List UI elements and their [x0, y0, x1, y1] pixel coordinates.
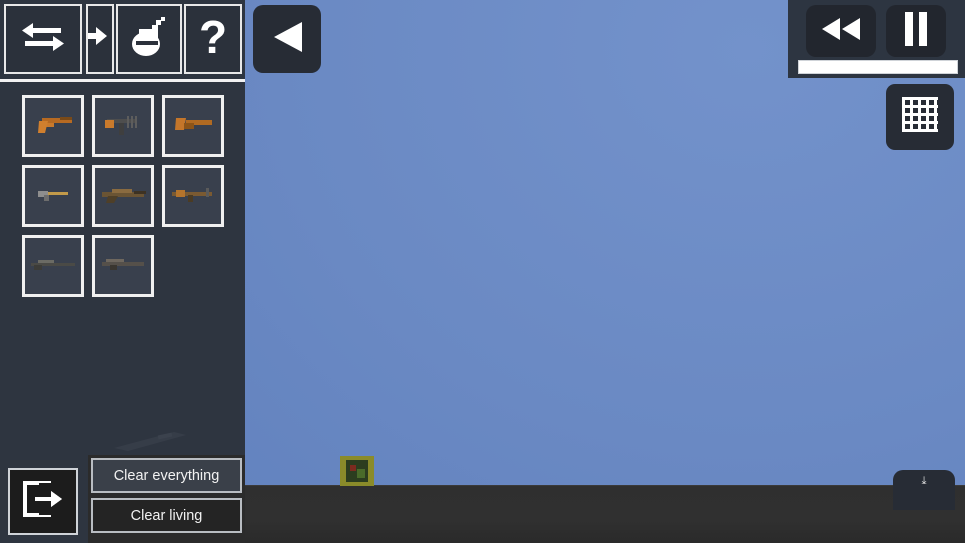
clear-living-button[interactable]: Clear living: [91, 498, 242, 533]
next-tool-button[interactable]: [86, 4, 114, 74]
weapon-sprite-machine-pistol: [99, 111, 147, 142]
svg-text:?: ?: [199, 14, 227, 60]
pause-icon: [902, 11, 930, 52]
question-mark-icon: ?: [195, 11, 231, 65]
weapon-sprite-ghost: [112, 430, 190, 457]
clear-actions-panel: Clear everything Clear living: [88, 455, 245, 543]
crate-marker-green: [357, 469, 365, 478]
crate-marker-red: [350, 465, 356, 471]
weapon-cell-machine-pistol[interactable]: [92, 95, 154, 157]
help-tool-button[interactable]: ?: [184, 4, 242, 74]
bottom-right-tab-button[interactable]: ⤓: [893, 470, 955, 510]
toolbar-divider: [0, 79, 245, 82]
rewind-icon: [818, 16, 864, 47]
pause-button[interactable]: [886, 5, 946, 57]
weapon-cell-sawed-off[interactable]: [162, 95, 224, 157]
grid-toggle-button[interactable]: [886, 84, 954, 150]
exit-button[interactable]: [8, 468, 78, 535]
weapon-sprite-carbine: [168, 184, 218, 209]
download-icon: ⤓: [921, 475, 927, 487]
weapon-cell-battle-rifle[interactable]: [92, 235, 154, 297]
swap-tool-button[interactable]: [4, 4, 82, 74]
weapon-cell-carbine[interactable]: [162, 165, 224, 227]
seek-bar[interactable]: [798, 60, 958, 74]
weapon-cell-pistol[interactable]: [22, 95, 84, 157]
weapon-sprite-assault-rifle: [98, 184, 148, 209]
left-sidebar: ? Clear everything Clear living: [0, 0, 245, 543]
crate-entity[interactable]: [340, 456, 374, 486]
grid-icon: [899, 94, 941, 141]
back-button[interactable]: [253, 5, 321, 73]
grenade-icon: [128, 15, 170, 64]
rewind-button[interactable]: [806, 5, 876, 57]
weapon-sprite-pistol: [30, 112, 76, 141]
weapon-sprite-smg: [30, 185, 76, 208]
grenade-tool-button[interactable]: [116, 4, 182, 74]
ground-plane: [245, 485, 965, 543]
clear-everything-button[interactable]: Clear everything: [91, 458, 242, 493]
weapon-sprite-sawed-off: [170, 113, 216, 140]
arrow-right-icon: [88, 24, 110, 55]
weapon-sprite-battle-rifle: [98, 256, 148, 277]
app-root: ? Clear everything Clear living ⤓: [0, 0, 965, 543]
playback-controls: [788, 0, 965, 78]
game-viewport[interactable]: [245, 0, 965, 543]
swap-arrows-icon: [19, 17, 67, 62]
weapon-cell-smg[interactable]: [22, 165, 84, 227]
play-left-triangle-icon: [270, 19, 304, 60]
weapon-cell-sniper-rifle[interactable]: [22, 235, 84, 297]
tool-toolbar: ?: [0, 0, 245, 82]
exit-door-icon: [21, 478, 65, 525]
weapon-sprite-sniper-rifle: [28, 256, 78, 277]
weapon-cell-assault-rifle[interactable]: [92, 165, 154, 227]
